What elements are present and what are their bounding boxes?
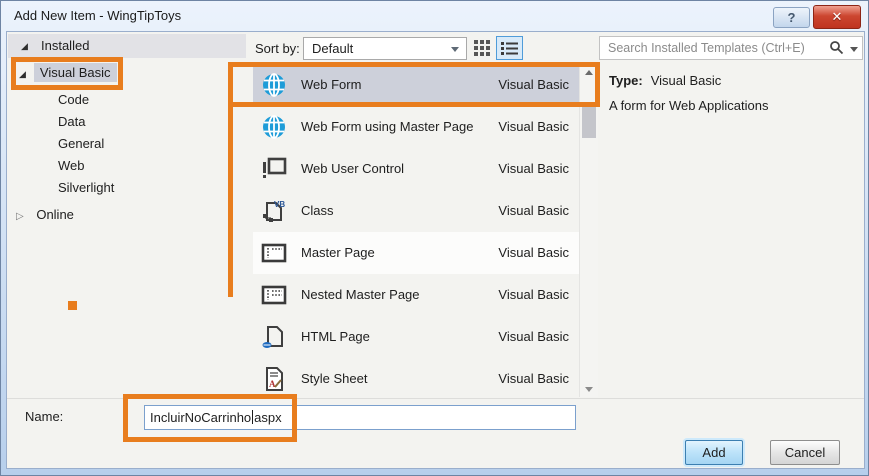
svg-text:A: A [269, 379, 276, 389]
web-form-icon [263, 73, 285, 97]
template-language: Visual Basic [498, 77, 569, 92]
template-list-scrollbar[interactable] [579, 63, 598, 397]
template-row-web-user-control[interactable]: Web User Control Visual Basic [253, 148, 579, 190]
template-language: Visual Basic [498, 161, 569, 176]
name-label: Name: [25, 409, 64, 424]
template-name: Nested Master Page [301, 287, 420, 302]
tree-node-data[interactable]: Data [58, 111, 85, 133]
template-language: Visual Basic [498, 119, 569, 134]
html-page-icon [262, 326, 283, 348]
search-input[interactable]: Search Installed Templates (Ctrl+E) [599, 36, 863, 60]
add-new-item-dialog: Add New Item - WingTipToys ? ✕ ◢ Install… [0, 0, 869, 476]
tree-group-installed-label: Installed [41, 38, 90, 53]
footer-divider [7, 398, 864, 399]
template-name: Web User Control [301, 161, 405, 176]
chevron-down-icon [451, 47, 459, 52]
template-row-nested-master-page[interactable]: Nested Master Page Visual Basic [253, 274, 579, 316]
sort-by-dropdown[interactable]: Default [303, 37, 467, 60]
template-type-row: Type: Visual Basic [609, 73, 721, 88]
tree-node-silverlight[interactable]: Silverlight [58, 177, 114, 199]
template-row-html-page[interactable]: HTML Page Visual Basic [253, 316, 579, 358]
text-caret [252, 410, 254, 424]
template-list: Web Form Visual Basic Web Form using Mas… [253, 63, 579, 397]
template-row-style-sheet[interactable]: A Style Sheet Visual Basic [253, 358, 579, 397]
template-row-master-page[interactable]: Master Page Visual Basic [253, 232, 579, 274]
tree-group-installed[interactable]: ◢ Installed [8, 34, 246, 58]
search-placeholder: Search Installed Templates (Ctrl+E) [608, 41, 805, 55]
list-view-icon [501, 42, 518, 55]
scrollbar-thumb[interactable] [582, 103, 596, 138]
style-sheet-icon: A [266, 367, 283, 391]
template-name: Master Page [301, 245, 375, 260]
tree-node-code[interactable]: Code [58, 89, 89, 111]
template-row-class[interactable]: VB Class Visual Basic [253, 190, 579, 232]
tree-group-online[interactable]: ▷ Online [16, 204, 74, 226]
tree-group-online-label: Online [36, 207, 74, 222]
name-value-before-caret: IncluirNoCarrinho [150, 410, 252, 425]
sort-by-value: Default [312, 41, 354, 56]
search-icon [830, 41, 844, 55]
template-name: Web Form [301, 77, 362, 92]
vb-class-icon: VB [263, 200, 285, 222]
tree-node-web[interactable]: Web [58, 155, 85, 177]
type-label: Type: [609, 73, 643, 88]
grid-view-icon [474, 40, 490, 56]
master-page-icon [261, 243, 287, 263]
close-icon: ✕ [831, 9, 843, 24]
template-name: Style Sheet [301, 371, 368, 386]
sort-by-label: Sort by: [255, 41, 300, 56]
tree-node-general[interactable]: General [58, 133, 104, 155]
template-name: Web Form using Master Page [301, 119, 474, 134]
template-name: HTML Page [301, 329, 370, 344]
help-icon: ? [787, 10, 796, 25]
type-value: Visual Basic [650, 73, 722, 88]
template-language: Visual Basic [498, 245, 569, 260]
tree-node-visual-basic-label: Visual Basic [33, 63, 117, 82]
collapsed-triangle-icon: ▷ [16, 211, 24, 222]
scroll-down-icon[interactable] [585, 387, 593, 392]
template-language: Visual Basic [498, 287, 569, 302]
template-row-web-form-master[interactable]: Web Form using Master Page Visual Basic [253, 106, 579, 148]
template-description: A form for Web Applications [609, 98, 769, 113]
cancel-button[interactable]: Cancel [770, 440, 840, 465]
chevron-down-icon [850, 47, 858, 52]
web-form-icon [263, 115, 285, 139]
expanded-triangle-icon: ◢ [21, 41, 28, 51]
template-language: Visual Basic [498, 329, 569, 344]
name-value-after-caret: aspx [254, 410, 282, 425]
list-view-button[interactable] [496, 36, 523, 60]
template-language: Visual Basic [498, 371, 569, 386]
expanded-triangle-icon: ◢ [19, 69, 26, 79]
add-button[interactable]: Add [685, 440, 743, 465]
tree-node-visual-basic[interactable]: ◢ Visual Basic [19, 61, 117, 85]
template-name: Class [301, 203, 334, 218]
name-input[interactable]: IncluirNoCarrinho aspx [144, 405, 576, 430]
template-row-web-form[interactable]: Web Form Visual Basic [253, 64, 579, 106]
scroll-up-icon[interactable] [585, 70, 593, 75]
svg-text:VB: VB [274, 200, 285, 209]
web-user-control-icon [263, 157, 287, 178]
grid-view-button[interactable] [473, 39, 493, 58]
window-title: Add New Item - WingTipToys [14, 8, 182, 23]
close-button[interactable]: ✕ [813, 5, 861, 29]
nested-master-page-icon [261, 285, 287, 305]
help-button[interactable]: ? [773, 7, 810, 28]
template-language: Visual Basic [498, 203, 569, 218]
